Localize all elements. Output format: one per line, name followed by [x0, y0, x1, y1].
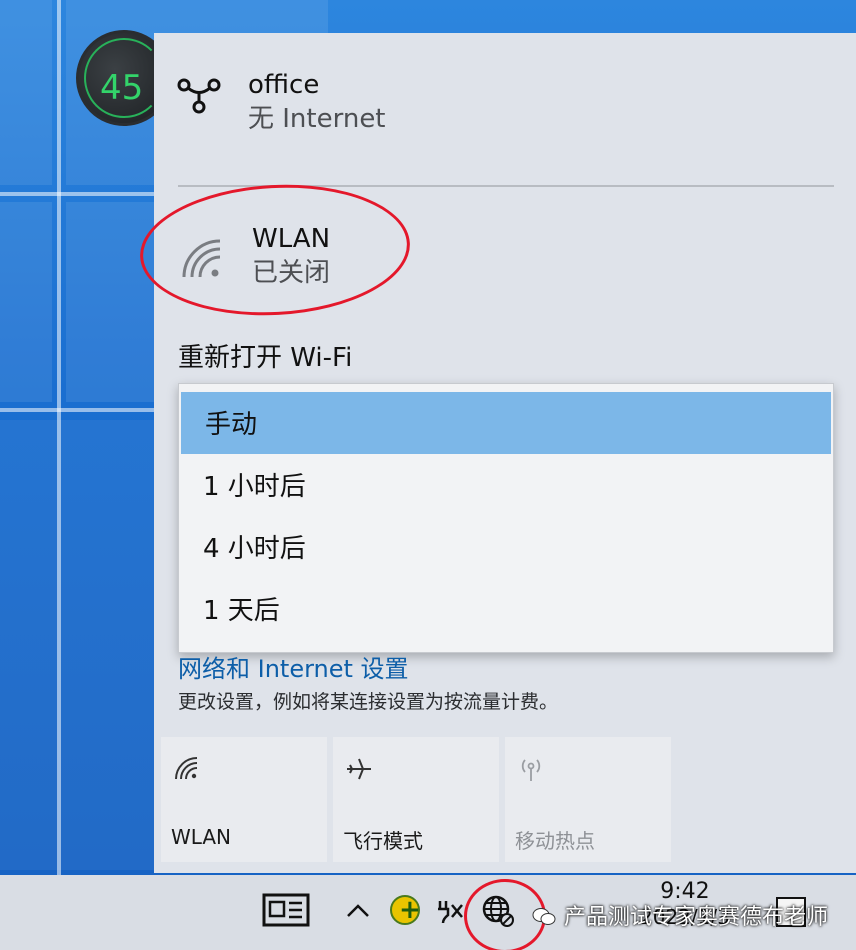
- network-settings-link[interactable]: 网络和 Internet 设置: [178, 649, 409, 684]
- dropdown-option-4-hours[interactable]: 4 小时后: [179, 516, 833, 578]
- tile-label: WLAN: [171, 825, 232, 849]
- power-plug-icon[interactable]: [434, 895, 466, 927]
- hotspot-icon: [521, 759, 541, 781]
- wallpaper-line: [57, 0, 61, 875]
- chevron-up-icon[interactable]: [344, 897, 372, 925]
- wifi-icon: [182, 239, 221, 278]
- tile-label: 飞行模式: [343, 829, 423, 853]
- wifi-icon: [175, 757, 198, 780]
- wlan-name: WLAN: [252, 224, 331, 254]
- window-pane: [0, 202, 52, 402]
- tile-label: 移动热点: [515, 829, 595, 853]
- network-flyout: office 无 Internet WLAN 已关闭 重新打开 Wi-Fi 手动…: [136, 33, 856, 873]
- reopen-wifi-dropdown: 手动 1 小时后 4 小时后 1 天后: [178, 383, 834, 653]
- tile-airplane-mode[interactable]: 飞行模式: [333, 737, 499, 862]
- watermark-text: 产品测试专家奥赛德布老师: [564, 905, 829, 930]
- wechat-icon: [532, 908, 556, 925]
- window-pane: [0, 0, 52, 185]
- window-pane: [0, 420, 161, 870]
- window-pane: [66, 202, 161, 402]
- dropdown-option-1-hour[interactable]: 1 小时后: [179, 454, 833, 516]
- quick-action-tiles: WLAN 飞行模式 移动热点: [161, 737, 671, 862]
- tray-app-icon[interactable]: +: [390, 895, 421, 925]
- network-item-office[interactable]: office 无 Internet: [176, 69, 386, 137]
- network-status: 无 Internet: [248, 104, 386, 134]
- news-widget-icon[interactable]: [262, 893, 310, 927]
- tile-mobile-hotspot[interactable]: 移动热点: [505, 737, 671, 862]
- wallpaper-line: [0, 408, 161, 412]
- wallpaper-line: [0, 192, 161, 196]
- network-settings-description: 更改设置，例如将某连接设置为按流量计费。: [178, 691, 559, 713]
- reopen-wifi-label: 重新打开 Wi-Fi: [178, 343, 353, 373]
- airplane-icon: [347, 758, 371, 780]
- dropdown-option-manual[interactable]: 手动: [181, 392, 831, 454]
- network-item-wlan[interactable]: WLAN 已关闭: [180, 223, 330, 291]
- network-name: office: [248, 70, 320, 100]
- watermark: 产品测试专家奥赛德布老师: [532, 899, 828, 931]
- gadget-value: 45: [100, 68, 144, 108]
- taskbar: + 9:42 2022/1/3 产品测试专家奥赛德布老师: [0, 875, 856, 950]
- tile-wlan[interactable]: WLAN: [161, 737, 327, 862]
- ethernet-icon: [177, 78, 221, 114]
- dropdown-option-1-day[interactable]: 1 天后: [179, 578, 833, 640]
- wlan-status: 已关闭: [252, 258, 331, 288]
